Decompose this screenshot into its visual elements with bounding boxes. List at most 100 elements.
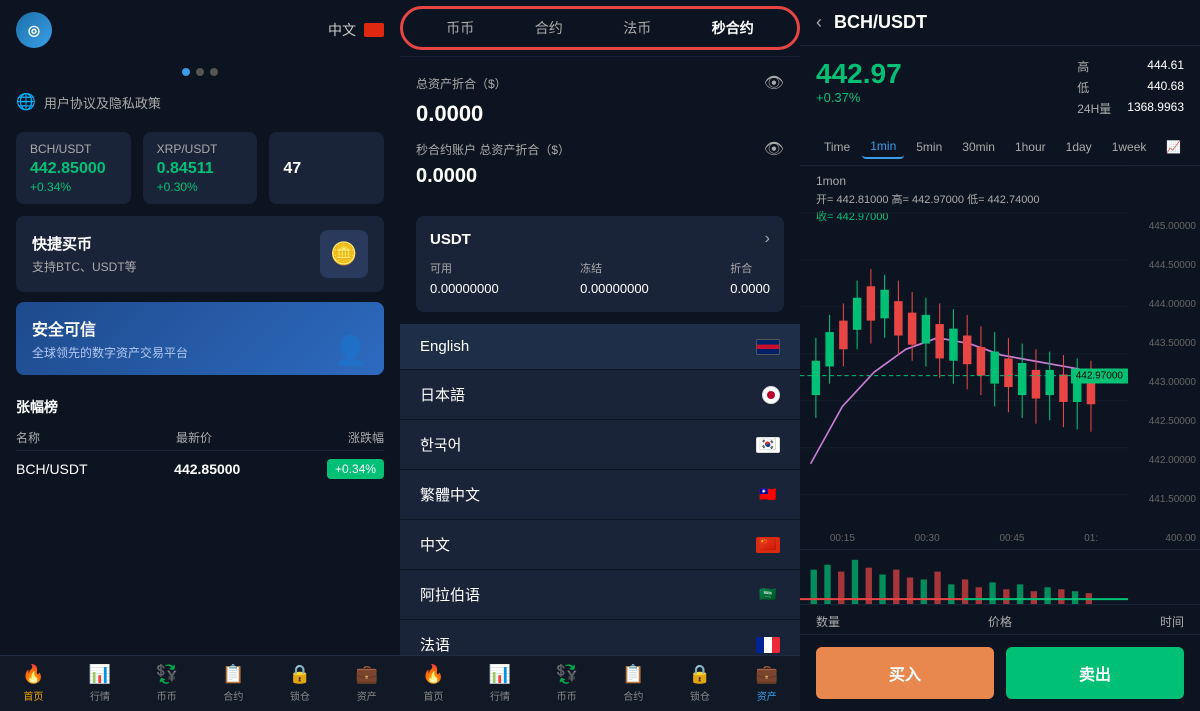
y-label-1: 445.00000: [1132, 221, 1196, 232]
y-label-6: 442.50000: [1132, 416, 1196, 427]
tab-1hour[interactable]: 1hour: [1007, 136, 1054, 158]
flag-kr-icon: 🇰🇷: [756, 437, 780, 453]
lang-chinese[interactable]: 中文 🇨🇳: [400, 520, 800, 570]
sell-button[interactable]: 卖出: [1006, 647, 1184, 699]
tab-1week[interactable]: 1week: [1104, 136, 1155, 158]
tab-fiat[interactable]: 法币: [615, 14, 659, 42]
nav-assets[interactable]: 💼 资产: [333, 664, 400, 703]
candle-3: [839, 303, 847, 366]
x-label-2: 00:30: [915, 533, 940, 544]
usdt-converted-value: 0.0000: [730, 281, 770, 296]
nav-m-assets[interactable]: 💼 资产: [733, 664, 800, 703]
tab-30min[interactable]: 30min: [954, 136, 1003, 158]
buy-button[interactable]: 买入: [816, 647, 994, 699]
nav-m-lock-label: 锁仓: [690, 688, 710, 703]
lang-korean-label: 한국어: [420, 434, 461, 455]
tab-1day[interactable]: 1day: [1058, 136, 1100, 158]
tab-time[interactable]: Time: [816, 136, 858, 158]
usdt-available-label: 可用: [430, 260, 499, 276]
high-value: 444.61: [1127, 58, 1184, 75]
nav-lock-label: 锁仓: [290, 688, 310, 703]
volume-label: 24H量: [1077, 100, 1111, 117]
tab-contract[interactable]: 合约: [527, 14, 571, 42]
price-change: +0.37%: [816, 90, 902, 105]
m-assets-icon: 💼: [755, 664, 777, 685]
candle-8: [908, 292, 916, 361]
m-lock-icon: 🔒: [689, 664, 711, 685]
usdt-title: USDT: [430, 231, 471, 248]
user-agreement-text: 用户协议及隐私政策: [44, 93, 161, 112]
middle-panel: 币币 合约 法币 秒合约 总资产折合（$） 👁 0.0000 秒合约账户 总资产…: [400, 0, 800, 711]
flag-cn-icon: 🇨🇳: [756, 537, 780, 553]
candle-6: [880, 275, 888, 338]
lang-japanese[interactable]: 日本語: [400, 370, 800, 420]
lang-korean[interactable]: 한국어 🇰🇷: [400, 420, 800, 470]
assets-icon: 💼: [355, 664, 377, 685]
rank-name-col: 名称: [16, 429, 40, 446]
y-axis-labels: 445.00000 444.50000 444.00000 443.50000 …: [1128, 221, 1200, 544]
nav-m-market[interactable]: 📊 行情: [467, 664, 534, 703]
usdt-frozen-label: 冻结: [580, 260, 649, 276]
third-card[interactable]: 47: [269, 132, 384, 204]
rank-row-change: +0.34%: [327, 459, 384, 479]
tab-second-contract[interactable]: 秒合约: [704, 14, 762, 42]
candle-12: [963, 315, 971, 389]
lang-french-label: 法语: [420, 634, 450, 655]
candlestick-svg: [800, 166, 1128, 544]
nav-m-trade[interactable]: 💱 币币: [533, 664, 600, 703]
nav-contract[interactable]: 📋 合约: [200, 664, 267, 703]
nav-market[interactable]: 📊 行情: [67, 664, 134, 703]
candle-4: [853, 281, 861, 350]
promo-title: 安全可信: [32, 316, 368, 340]
bch-usdt-card[interactable]: BCH/USDT 442.85000 +0.34%: [16, 132, 131, 204]
time-tabs: Time 1min 5min 30min 1hour 1day 1week 📈: [800, 129, 1200, 166]
lang-traditional-chinese[interactable]: 繁體中文 🇹🇼: [400, 470, 800, 520]
back-button[interactable]: ‹: [816, 12, 822, 33]
bch-change: +0.34%: [30, 180, 117, 194]
volume-svg: [800, 550, 1128, 604]
nav-home-label: 首页: [23, 688, 43, 703]
home-icon: 🔥: [22, 664, 44, 685]
nav-m-contract[interactable]: 📋 合约: [600, 664, 667, 703]
eye-icon-2[interactable]: 👁: [764, 139, 784, 159]
bottom-nav-middle: 🔥 首页 📊 行情 💱 币币 📋 合约 🔒 锁仓 💼 资产: [400, 655, 800, 711]
xrp-usdt-card[interactable]: XRP/USDT 0.84511 +0.30%: [143, 132, 258, 204]
candle-7: [894, 281, 902, 355]
user-agreement-link[interactable]: 🌐 用户协议及隐私政策: [0, 84, 400, 120]
tab-5min[interactable]: 5min: [908, 136, 950, 158]
rank-row[interactable]: BCH/USDT 442.85000 +0.34%: [16, 450, 384, 487]
low-value: 440.68: [1127, 79, 1184, 96]
lang-english[interactable]: English: [400, 324, 800, 370]
third-price: 47: [283, 160, 370, 178]
nav-m-home[interactable]: 🔥 首页: [400, 664, 467, 703]
x-label-1: 00:15: [830, 533, 855, 544]
language-selector[interactable]: 中文: [328, 20, 384, 40]
lang-arabic[interactable]: 阿拉伯语 🇸🇦: [400, 570, 800, 620]
nav-home[interactable]: 🔥 首页: [0, 664, 67, 703]
col-price: 价格: [988, 613, 1012, 630]
nav-lock[interactable]: 🔒 锁仓: [267, 664, 334, 703]
tab-1min[interactable]: 1min: [862, 135, 904, 159]
usdt-arrow-icon[interactable]: ›: [765, 230, 770, 248]
dot-1: [182, 68, 190, 76]
nav-m-lock[interactable]: 🔒 锁仓: [667, 664, 734, 703]
usdt-available-col: 可用 0.00000000: [430, 260, 499, 298]
candle-1: [812, 338, 820, 418]
nav-trade-label: 币币: [157, 688, 177, 703]
candle-5: [867, 269, 875, 343]
tab-coin[interactable]: 币币: [438, 14, 482, 42]
current-lang: 中文: [328, 20, 356, 40]
logo-icon: ◎: [28, 22, 40, 39]
tab-chart-settings[interactable]: 📈: [1158, 136, 1189, 158]
nav-trade[interactable]: 💱 币币: [133, 664, 200, 703]
promo-banner: 安全可信 全球领先的数字资产交易平台 👤: [16, 302, 384, 375]
eye-icon[interactable]: 👁: [764, 73, 784, 93]
buy-sell-buttons: 买入 卖出: [800, 634, 1200, 711]
nav-assets-label: 资产: [357, 688, 377, 703]
quick-buy-icon: 🪙: [320, 230, 368, 278]
y-label-2: 444.50000: [1132, 260, 1196, 271]
m-market-icon: 📊: [489, 664, 511, 685]
quick-buy-section[interactable]: 快捷买币 支持BTC、USDT等 🪙: [16, 216, 384, 292]
xrp-price: 0.84511: [157, 160, 244, 178]
flag-icon: [364, 23, 384, 37]
